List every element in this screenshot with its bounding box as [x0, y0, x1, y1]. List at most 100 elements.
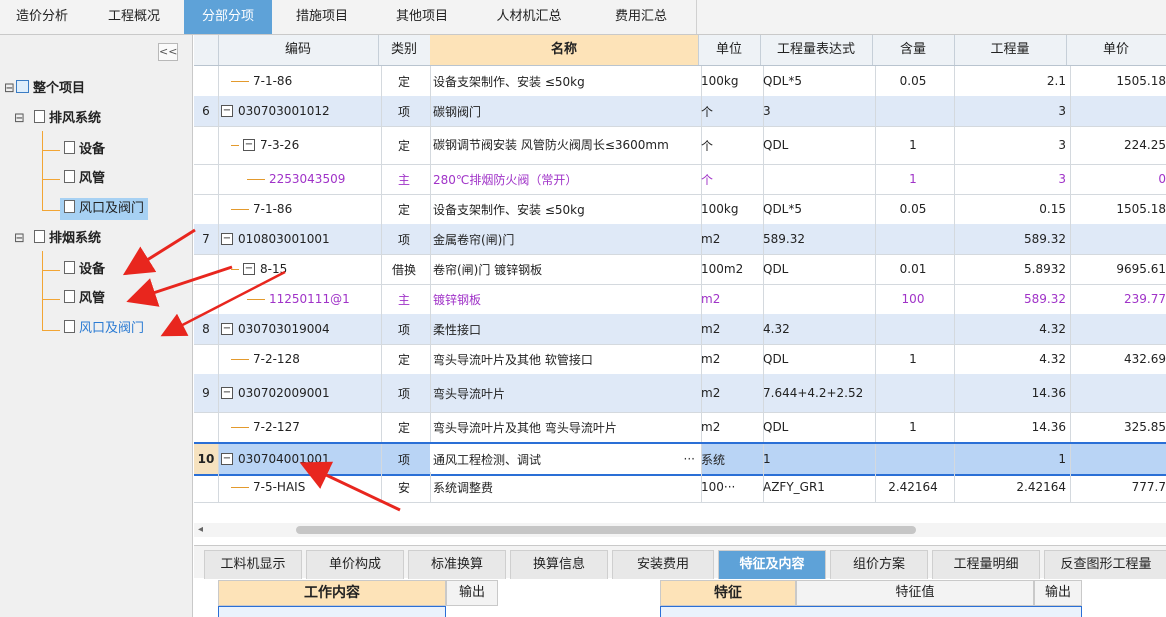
cell-no[interactable] [194, 194, 219, 224]
cell-code[interactable]: 11250111@1 [218, 284, 382, 314]
cell-qty[interactable]: 14.36 [954, 374, 1071, 412]
tab-sub-items[interactable]: 分部分项 [184, 0, 273, 34]
cell-qty[interactable]: 5.8932 [954, 254, 1071, 284]
cell-qty[interactable]: 0.15 [954, 194, 1071, 224]
quota-row[interactable]: 2253043509 主 280℃排烟防火阀（常开） 个 1 3 0 [194, 164, 1166, 195]
cell-code[interactable]: 2253043509 [218, 164, 382, 194]
cell-type[interactable]: 定 [378, 344, 431, 374]
feature-row[interactable] [660, 606, 1082, 617]
work-content-row[interactable] [218, 606, 446, 617]
cell-unit[interactable]: m2 [698, 344, 764, 374]
cell-no[interactable] [194, 126, 219, 164]
cell-unit[interactable]: m2 [698, 224, 764, 254]
tab-other-items[interactable]: 其他项目 [372, 0, 473, 34]
tree-root[interactable]: ⊟ 整个项目 [4, 78, 85, 100]
cell-unit[interactable]: m2 [698, 284, 764, 314]
tab-cost-summary[interactable]: 费用汇总 [586, 0, 697, 34]
cell-price[interactable]: 432.69 [1066, 344, 1166, 374]
cell-expr[interactable]: QDL [760, 412, 876, 442]
cell-no[interactable] [194, 254, 219, 284]
cell-expr[interactable]: 1 [760, 444, 876, 474]
quota-row[interactable]: 7-1-86 定 设备支架制作、安装 ≤50kg 100kg QDL*5 0.05 2.1 1… [194, 66, 1166, 97]
cell-expr[interactable]: QDL*5 [760, 194, 876, 224]
cell-unit[interactable]: m2 [698, 412, 764, 442]
cell-content[interactable]: 1 [872, 126, 955, 164]
collapse-icon[interactable]: − [221, 387, 233, 399]
cell-qty[interactable]: 1 [954, 444, 1071, 474]
tree-group-exhaust[interactable]: ⊟ 排风系统 [14, 108, 101, 130]
cell-qty[interactable]: 3 [954, 126, 1071, 164]
quota-row[interactable]: 11250111@1 主 镀锌钢板 m2 100 589.32 239.77 [194, 284, 1166, 315]
cell-price[interactable]: 9695.61 [1066, 254, 1166, 284]
more-options-button[interactable]: ··· [684, 452, 695, 466]
cell-qty[interactable]: 3 [954, 96, 1071, 126]
cell-unit[interactable]: 个 [698, 126, 764, 164]
tab-measures[interactable]: 措施项目 [272, 0, 373, 34]
tab-pricing-plan[interactable]: 组价方案 [830, 550, 928, 579]
cell-expr[interactable] [760, 284, 876, 314]
header-unit[interactable]: 单位 [698, 35, 761, 65]
header-quantity[interactable]: 工程量 [954, 35, 1067, 65]
cell-content[interactable]: 1 [872, 412, 955, 442]
cell-unit[interactable]: 100m2 [698, 254, 764, 284]
cell-no[interactable] [194, 344, 219, 374]
cell-name[interactable]: 弯头导流叶片及其他 软管接口 [430, 344, 702, 374]
quota-row[interactable]: 7-1-86 定 设备支架制作、安装 ≤50kg 100kg QDL*5 0.05 0.15… [194, 194, 1166, 225]
cell-type[interactable]: 定 [378, 412, 431, 442]
cell-expr[interactable]: AZFY_GR1 [760, 472, 876, 502]
cell-code[interactable]: 7-5-HAIS [218, 472, 382, 502]
cell-code[interactable]: 7-1-86 [218, 194, 382, 224]
collapse-icon[interactable]: − [221, 453, 233, 465]
cell-unit[interactable]: 个 [698, 96, 764, 126]
cell-name[interactable]: 卷帘(闸)门 镀锌钢板 [430, 254, 702, 284]
tree-item-equipment[interactable]: 设备 [64, 139, 105, 161]
scroll-thumb[interactable] [296, 526, 916, 534]
cell-unit[interactable]: 100kg [698, 194, 764, 224]
tab-cost-analysis[interactable]: 造价分析 [0, 0, 85, 34]
cell-expr[interactable]: QDL [760, 126, 876, 164]
cell-price[interactable] [1066, 374, 1166, 412]
cell-type[interactable]: 借换 [378, 254, 431, 284]
cell-name[interactable]: 通风工程检测、调试 ··· [430, 444, 702, 474]
cell-expr[interactable]: QDL [760, 254, 876, 284]
bill-item-row[interactable]: 6−030703001012 项碳钢阀门个 3 3 [194, 96, 1166, 127]
cell-no[interactable]: 6 [194, 96, 219, 126]
cell-type[interactable]: 定 [378, 66, 431, 96]
scroll-left-icon[interactable]: ◂ [198, 524, 203, 535]
header-code[interactable]: 编码 [218, 35, 379, 65]
cell-type[interactable]: 定 [378, 126, 431, 164]
header-name[interactable]: 名称 [430, 35, 699, 65]
cell-name[interactable]: 设备支架制作、安装 ≤50kg [430, 66, 702, 96]
tab-features-content[interactable]: 特征及内容 [718, 550, 826, 579]
cell-price[interactable] [1066, 314, 1166, 344]
cell-content[interactable]: 0.05 [872, 194, 955, 224]
cell-name[interactable]: 弯头导流叶片及其他 弯头导流叶片 [430, 412, 702, 442]
cell-name[interactable]: 设备支架制作、安装 ≤50kg [430, 194, 702, 224]
cell-name[interactable]: 柔性接口 [430, 314, 702, 344]
bill-item-row[interactable]: 8−030703019004 项柔性接口 m2 4.32 4.32 [194, 314, 1166, 345]
collapse-icon[interactable]: − [221, 323, 233, 335]
cell-no[interactable] [194, 472, 219, 502]
cell-type[interactable]: 主 [378, 164, 431, 194]
cell-code[interactable]: 7-2-128 [218, 344, 382, 374]
cell-expr[interactable]: QDL*5 [760, 66, 876, 96]
cell-unit[interactable]: 100kg [698, 66, 764, 96]
tab-install-fee[interactable]: 安装费用 [612, 550, 714, 579]
tree-group-smoke[interactable]: ⊟ 排烟系统 [14, 228, 101, 250]
cell-content[interactable] [872, 374, 955, 412]
cell-code[interactable]: −8-15 [218, 254, 382, 284]
bill-item-row[interactable]: 10−030704001001 项 通风工程检测、调试 ··· 系统 1 1 [194, 442, 1166, 476]
cell-unit[interactable]: 个 [698, 164, 764, 194]
tree-item-duct[interactable]: 风管 [64, 288, 105, 310]
cell-content[interactable]: 0.01 [872, 254, 955, 284]
header-content[interactable]: 含量 [872, 35, 955, 65]
header-type[interactable]: 类别 [378, 35, 431, 65]
cell-expr[interactable] [760, 164, 876, 194]
cell-qty[interactable]: 4.32 [954, 344, 1071, 374]
tab-labor-materials[interactable]: 人材机汇总 [472, 0, 587, 34]
cell-price[interactable] [1066, 224, 1166, 254]
cell-price[interactable]: 1505.18 [1066, 194, 1166, 224]
tab-unit-price-composition[interactable]: 单价构成 [306, 550, 404, 579]
collapse-icon[interactable]: − [221, 105, 233, 117]
cell-name[interactable]: 碳钢阀门 [430, 96, 702, 126]
